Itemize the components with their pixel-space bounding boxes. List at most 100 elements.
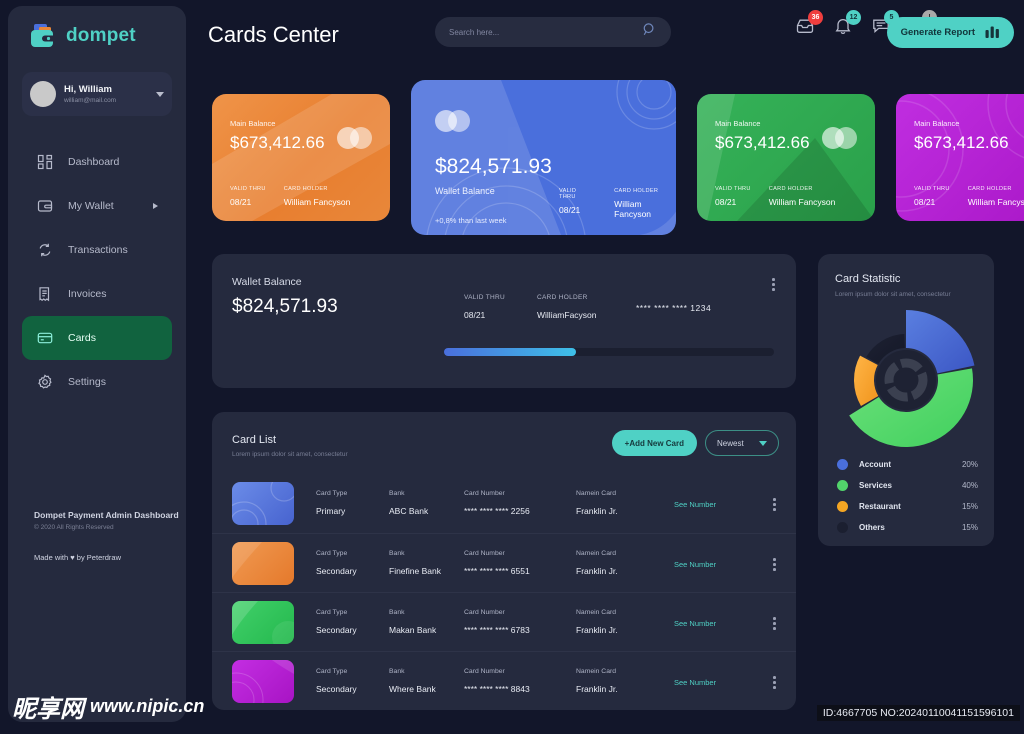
row-menu-icon[interactable] — [773, 558, 776, 571]
card-balance-amount: $673,412.66 — [914, 133, 1009, 152]
sidebar-item-invoices[interactable]: Invoices — [22, 272, 172, 316]
inbox-icon[interactable]: 36 — [795, 10, 823, 39]
sidebar-item-label: Settings — [68, 376, 106, 388]
credit-card-green[interactable]: Main Balance $673,412.66 VALID THRU 08/2… — [697, 94, 875, 221]
see-number-link[interactable]: See Number — [674, 678, 716, 687]
wallet-panel-menu-icon[interactable] — [772, 278, 775, 291]
brand-logo[interactable]: dompet — [8, 6, 186, 50]
see-number-link[interactable]: See Number — [674, 619, 716, 628]
valid-thru-value: 08/21 — [559, 205, 581, 215]
cell-card-type: Secondary — [316, 566, 357, 576]
wallet-icon — [36, 197, 54, 215]
chevron-right-icon — [153, 203, 158, 209]
cell-name-in-card: Franklin Jr. — [576, 625, 618, 635]
sidebar: dompet Hi, William william@mail.com Dash… — [8, 6, 186, 722]
column-card-number: Card Number — [464, 490, 505, 497]
legend-value: 20% — [961, 460, 978, 469]
gear-icon — [36, 373, 54, 391]
balance-progress-fill — [444, 348, 576, 356]
user-profile[interactable]: Hi, William william@mail.com — [22, 72, 172, 116]
generate-report-label: Generate Report — [900, 27, 975, 38]
credit-card-orange[interactable]: Main Balance $673,412.66 VALID THRU 08/2… — [212, 94, 390, 221]
legend-color-swatch — [837, 480, 848, 491]
credit-card-blue-featured[interactable]: $824,571.93 Wallet Balance +0,8% than la… — [411, 80, 676, 235]
cell-card-type: Primary — [316, 506, 346, 516]
chevron-down-icon[interactable] — [156, 91, 164, 97]
legend-item: Account 20% — [837, 454, 978, 475]
mastercard-icon — [822, 127, 857, 149]
table-row[interactable]: Card Type Secondary Bank Finefine Bank C… — [212, 533, 796, 592]
card-balance-label: Wallet Balance — [435, 186, 495, 196]
cell-card-number: **** **** **** 6783 — [464, 625, 530, 635]
brand-name: dompet — [66, 25, 136, 46]
row-menu-icon[interactable] — [773, 498, 776, 511]
dashboard-root: dompet Hi, William william@mail.com Dash… — [0, 0, 1024, 734]
wallet-balance-panel: Wallet Balance $824,571.93 VALID THRU 08… — [212, 254, 796, 388]
sidebar-item-cards[interactable]: Cards — [22, 316, 172, 360]
table-row[interactable]: Card Type Primary Bank ABC Bank Card Num… — [212, 474, 796, 533]
legend-label: Services — [859, 481, 892, 490]
card-balance-label: Main Balance — [230, 119, 276, 128]
table-row[interactable]: Card Type Secondary Bank Makan Bank Card… — [212, 592, 796, 651]
wallet-logo-icon — [28, 22, 58, 50]
watermark-site-url: www.nipic.cn — [90, 696, 205, 716]
column-bank: Bank — [389, 668, 405, 675]
card-statistic-panel: Card Statistic Lorem ipsum dolor sit ame… — [818, 254, 994, 546]
cell-name-in-card: Franklin Jr. — [576, 566, 618, 576]
legend-value: 15% — [961, 502, 978, 511]
legend-item: Others 15% — [837, 517, 978, 538]
generate-report-button[interactable]: Generate Report — [886, 17, 1014, 48]
badge-count: 12 — [846, 10, 861, 25]
row-menu-icon[interactable] — [773, 676, 776, 689]
balance-progress-track — [444, 348, 774, 356]
card-list-panel: Card List Lorem ipsum dolor sit amet, co… — [212, 412, 796, 710]
valid-thru-label: VALID THRU — [559, 188, 577, 200]
footer-product-name: Dompet Payment Admin Dashboard — [34, 510, 179, 520]
search-input[interactable] — [449, 27, 642, 37]
column-card-type: Card Type — [316, 668, 348, 675]
see-number-link[interactable]: See Number — [674, 560, 716, 569]
grid-icon — [36, 153, 54, 171]
card-holder-label: CARD HOLDER — [967, 186, 1012, 192]
sort-dropdown[interactable]: Newest — [705, 430, 779, 456]
column-bank: Bank — [389, 490, 405, 497]
card-thumbnail — [232, 541, 294, 585]
column-card-type: Card Type — [316, 490, 348, 497]
bell-icon[interactable]: 12 — [833, 10, 861, 39]
card-holder-value: William Fancyson — [967, 197, 1024, 207]
add-new-card-button[interactable]: +Add New Card — [611, 430, 697, 456]
search-box[interactable] — [435, 17, 671, 47]
sidebar-item-my-wallet[interactable]: My Wallet — [22, 184, 172, 228]
sidebar-item-dashboard[interactable]: Dashboard — [22, 140, 172, 184]
cell-bank: Makan Bank — [389, 625, 437, 635]
card-balance-amount: $673,412.66 — [715, 133, 810, 152]
card-thumbnail — [232, 600, 294, 644]
search-icon[interactable] — [642, 22, 657, 42]
legend-label: Account — [859, 460, 891, 469]
cell-card-number: **** **** **** 2256 — [464, 506, 530, 516]
legend-item: Services 40% — [837, 475, 978, 496]
masked-card-number: **** **** **** 1234 — [636, 303, 712, 313]
card-balance-amount: $824,571.93 — [435, 155, 552, 178]
table-row[interactable]: Card Type Secondary Bank Where Bank Card… — [212, 651, 796, 710]
credit-card-purple[interactable]: Main Balance $673,412.66 VALID THRU 08/2… — [896, 94, 1024, 221]
chevron-down-icon — [759, 440, 767, 446]
mastercard-icon — [435, 110, 470, 132]
sort-value: Newest — [717, 438, 744, 448]
footer-copyright: © 2020 All Rights Reserved — [34, 524, 114, 531]
see-number-link[interactable]: See Number — [674, 500, 716, 509]
column-card-number: Card Number — [464, 609, 505, 616]
column-name-in-card: Namein Card — [576, 609, 617, 616]
card-holder-value: William Fancyson — [768, 197, 836, 207]
wallet-panel-amount: $824,571.93 — [232, 296, 338, 317]
invoice-icon — [36, 285, 54, 303]
sidebar-item-transactions[interactable]: Transactions — [22, 228, 172, 272]
card-list-subtitle: Lorem ipsum dolor sit amet, consectetur — [232, 451, 348, 458]
valid-thru-value: 08/21 — [464, 310, 486, 320]
card-thumbnail — [232, 659, 294, 703]
sidebar-item-settings[interactable]: Settings — [22, 360, 172, 404]
column-card-number: Card Number — [464, 668, 505, 675]
column-name-in-card: Namein Card — [576, 550, 617, 557]
legend-color-swatch — [837, 459, 848, 470]
row-menu-icon[interactable] — [773, 617, 776, 630]
